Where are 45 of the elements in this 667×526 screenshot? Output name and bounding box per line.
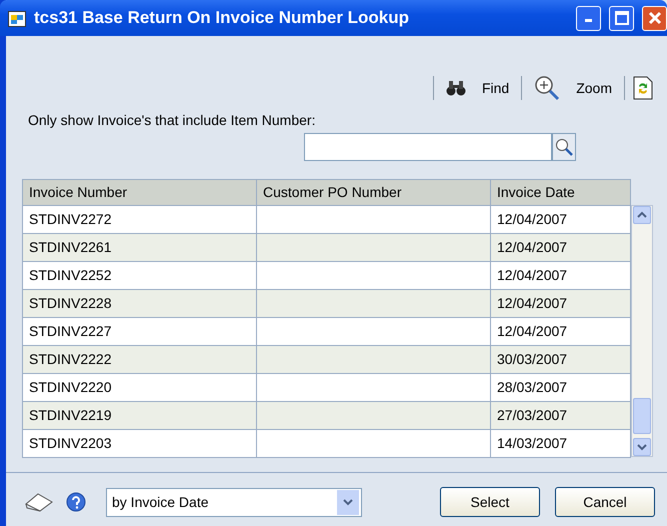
- window-title: tcs31 Base Return On Invoice Number Lookup: [34, 7, 410, 30]
- table-cell: STDINV2220: [22, 374, 256, 402]
- close-button[interactable]: [642, 6, 667, 30]
- find-button[interactable]: Find: [442, 78, 514, 98]
- table-cell: STDINV2203: [22, 430, 256, 458]
- chevron-down-icon: [343, 498, 353, 506]
- refresh-document-icon[interactable]: [633, 76, 653, 100]
- select-button[interactable]: Select: [440, 487, 540, 517]
- column-header[interactable]: Invoice Number: [22, 180, 256, 206]
- maximize-button[interactable]: [609, 6, 634, 30]
- scrollbar[interactable]: [631, 205, 653, 457]
- cancel-button[interactable]: Cancel: [555, 487, 655, 517]
- zoom-button[interactable]: Zoom: [530, 75, 616, 101]
- table-cell: 12/04/2007: [490, 206, 630, 234]
- table-cell: STDINV2222: [22, 346, 256, 374]
- table-cell: 12/04/2007: [490, 262, 630, 290]
- scroll-up-icon: [637, 211, 647, 219]
- table-cell: 14/03/2007: [490, 430, 630, 458]
- note-icon[interactable]: [24, 492, 54, 512]
- maximize-icon: [614, 11, 628, 25]
- binoculars-icon: [446, 80, 466, 96]
- help-icon[interactable]: [66, 492, 86, 512]
- minimize-button[interactable]: [576, 6, 601, 30]
- table-cell: STDINV2272: [22, 206, 256, 234]
- table-cell: STDINV2227: [22, 318, 256, 346]
- filter-label: Only show Invoice's that include Item Number:: [28, 111, 316, 130]
- table-cell: 12/04/2007: [490, 234, 630, 262]
- table-cell: STDINV2228: [22, 290, 256, 318]
- table-cell: 12/04/2007: [490, 290, 630, 318]
- column-header[interactable]: Invoice Date: [490, 180, 630, 206]
- table-cell: STDINV2252: [22, 262, 256, 290]
- scroll-down-icon: [637, 443, 647, 451]
- table-cell: STDINV2261: [22, 234, 256, 262]
- table-cell: 12/04/2007: [490, 318, 630, 346]
- column-header[interactable]: Customer PO Number: [256, 180, 490, 206]
- close-icon: [648, 11, 662, 25]
- table-cell: 28/03/2007: [490, 374, 630, 402]
- table-cell: 27/03/2007: [490, 402, 630, 430]
- table-cell: 30/03/2007: [490, 346, 630, 374]
- scroll-thumb[interactable]: [633, 398, 651, 434]
- item-number-field[interactable]: [304, 133, 552, 161]
- lookup-button[interactable]: [552, 133, 576, 161]
- table-cell: STDINV2219: [22, 402, 256, 430]
- magnifier-icon: [534, 75, 560, 101]
- sort-dropdown[interactable]: by Invoice Date: [106, 488, 362, 516]
